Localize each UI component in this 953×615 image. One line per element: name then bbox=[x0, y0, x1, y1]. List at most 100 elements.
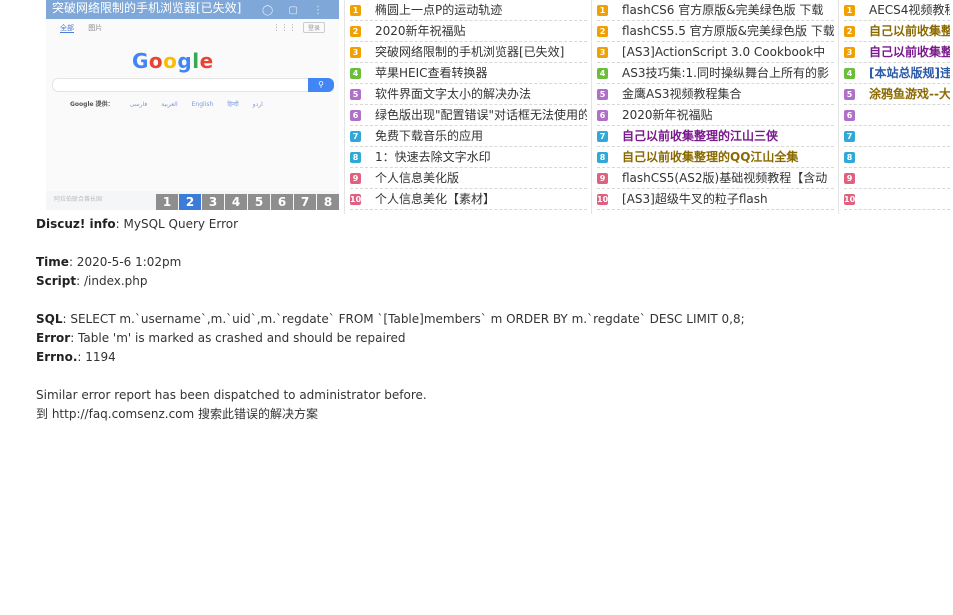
slideshow[interactable]: 突破网络限制的手机浏览器[已失效] ◯ ▢ ⋮ 全部 图片 ⋮⋮⋮ 登录 Goo… bbox=[46, 0, 339, 210]
list-item-title[interactable]: 2020新年祝福贴 bbox=[622, 108, 713, 122]
list-item-title[interactable]: 突破网络限制的手机浏览器[已失效] bbox=[375, 45, 564, 59]
rank-badge: 8 bbox=[350, 152, 361, 163]
dispatched-line: Similar error report has been dispatched… bbox=[36, 388, 427, 402]
pager-8[interactable]: 8 bbox=[317, 194, 339, 210]
list-item[interactable]: 1 椭圆上一点P的运动轨迹 bbox=[350, 0, 587, 21]
rank-badge: 7 bbox=[350, 131, 361, 142]
list-item[interactable]: 6 bbox=[844, 105, 950, 126]
list-item[interactable]: 2 自己以前收集整 bbox=[844, 21, 950, 42]
pager-7[interactable]: 7 bbox=[294, 194, 316, 210]
list-item[interactable]: 10 bbox=[844, 189, 950, 210]
list-item[interactable]: 5 金鹰AS3视频教程集合 bbox=[597, 84, 834, 105]
hot-posts-list: 1 flashCS6 官方原版&完美绿色版 下载 2 flashCS5.5 官方原版&… bbox=[591, 0, 838, 214]
list-item-title[interactable]: [AS3]超级牛叉的粒子flash bbox=[622, 192, 768, 206]
slide-caption-text[interactable]: 突破网络限制的手机浏览器[已失效] bbox=[52, 1, 241, 15]
list-item-title[interactable]: 金鹰AS3视频教程集合 bbox=[622, 87, 741, 101]
list-item[interactable]: 6 绿色版出现"配置错误"对话框无法使用的 bbox=[350, 105, 587, 126]
google-logo: Google bbox=[132, 49, 214, 73]
rank-badge: 3 bbox=[844, 47, 855, 58]
list-item-title[interactable]: flashCS5.5 官方原版&完美绿色版 下载 bbox=[622, 24, 834, 38]
rank-badge: 1 bbox=[597, 5, 608, 16]
list-item[interactable]: 6 2020新年祝福贴 bbox=[597, 105, 834, 126]
list-item[interactable]: 10 个人信息美化【素材】 bbox=[350, 189, 587, 210]
apps-grid-icon: ⋮⋮⋮ bbox=[272, 23, 297, 32]
rank-badge: 9 bbox=[597, 173, 608, 184]
list-item-title[interactable]: [AS3]ActionScript 3.0 Cookbook中 bbox=[622, 45, 825, 59]
list-item[interactable]: 8 bbox=[844, 147, 950, 168]
list-item[interactable]: 4 AS3技巧集:1.同时操纵舞台上所有的影 bbox=[597, 63, 834, 84]
slide-image[interactable]: 全部 图片 ⋮⋮⋮ 登录 Google ⚲ Google 提供： العربية… bbox=[46, 19, 339, 203]
recommended-posts-list: 1 AECS4视频教程 2 自己以前收集整 3 自己以前收集整 4 [本站总版规]违 5 涂鸦鱼游… bbox=[838, 0, 953, 214]
search-icon: ⚲ bbox=[308, 78, 334, 92]
list-item-title[interactable]: 自己以前收集整 bbox=[869, 24, 950, 38]
list-item-title[interactable]: 椭圆上一点P的运动轨迹 bbox=[375, 3, 502, 17]
list-item[interactable]: 9 bbox=[844, 168, 950, 189]
rank-badge: 6 bbox=[350, 110, 361, 121]
list-item[interactable]: 9 个人信息美化版 bbox=[350, 168, 587, 189]
slide-caption[interactable]: 突破网络限制的手机浏览器[已失效] ◯ ▢ ⋮ bbox=[46, 0, 339, 19]
list-item[interactable]: 2 2020新年祝福贴 bbox=[350, 21, 587, 42]
list-item[interactable]: 1 AECS4视频教程 bbox=[844, 0, 950, 21]
rank-badge: 5 bbox=[597, 89, 608, 100]
rank-badge: 2 bbox=[350, 26, 361, 37]
list-item-title[interactable]: 1：快速去除文字水印 bbox=[375, 150, 491, 164]
rank-badge: 1 bbox=[350, 5, 361, 16]
rank-badge: 7 bbox=[844, 131, 855, 142]
list-item[interactable]: 2 flashCS5.5 官方原版&完美绿色版 下载 bbox=[597, 21, 834, 42]
list-item-title[interactable]: 软件界面文字太小的解决办法 bbox=[375, 87, 531, 101]
list-item[interactable]: 3 [AS3]ActionScript 3.0 Cookbook中 bbox=[597, 42, 834, 63]
rank-badge: 9 bbox=[844, 173, 855, 184]
list-item[interactable]: 3 自己以前收集整 bbox=[844, 42, 950, 63]
list-item[interactable]: 3 突破网络限制的手机浏览器[已失效] bbox=[350, 42, 587, 63]
list-item[interactable]: 5 软件界面文字太小的解决办法 bbox=[350, 84, 587, 105]
list-item[interactable]: 4 [本站总版规]违 bbox=[844, 63, 950, 84]
pager-2[interactable]: 2 bbox=[179, 194, 201, 210]
rank-badge: 9 bbox=[350, 173, 361, 184]
rank-badge: 5 bbox=[844, 89, 855, 100]
shot-tab-images: 图片 bbox=[88, 24, 103, 32]
list-item-title[interactable]: AECS4视频教程 bbox=[869, 3, 950, 17]
list-item-title[interactable]: 个人信息美化版 bbox=[375, 171, 459, 185]
script-line: Script: /index.php bbox=[36, 274, 148, 288]
latest-posts-list: 1 椭圆上一点P的运动轨迹 2 2020新年祝福贴 3 突破网络限制的手机浏览器[已失效]… bbox=[344, 0, 591, 214]
pager-3[interactable]: 3 bbox=[202, 194, 224, 210]
list-item[interactable]: 7 bbox=[844, 126, 950, 147]
list-item-title[interactable]: flashCS6 官方原版&完美绿色版 下载 bbox=[622, 3, 823, 17]
slide-pager: 1 2 3 4 5 6 7 8 bbox=[155, 194, 339, 210]
pager-4[interactable]: 4 bbox=[225, 194, 247, 210]
list-item-title[interactable]: 涂鸦鱼游戏--大 bbox=[869, 87, 950, 101]
list-item[interactable]: 7 免费下载音乐的应用 bbox=[350, 126, 587, 147]
list-item[interactable]: 4 苹果HEIC查看转换器 bbox=[350, 63, 587, 84]
list-item[interactable]: 1 flashCS6 官方原版&完美绿色版 下载 bbox=[597, 0, 834, 21]
pager-1[interactable]: 1 bbox=[156, 194, 178, 210]
list-item-title[interactable]: flashCS5(AS2版)基础视频教程【含动 bbox=[622, 171, 827, 185]
list-item-title[interactable]: 个人信息美化【素材】 bbox=[375, 192, 495, 206]
list-item[interactable]: 5 涂鸦鱼游戏--大 bbox=[844, 84, 950, 105]
list-item-title[interactable]: 自己以前收集整 bbox=[869, 45, 950, 59]
list-item[interactable]: 7 自己以前收集整理的江山三侠 bbox=[597, 126, 834, 147]
list-item-title[interactable]: 免费下载音乐的应用 bbox=[375, 129, 483, 143]
faq-link[interactable]: http://faq.comsenz.com bbox=[52, 407, 194, 421]
list-item-title[interactable]: 苹果HEIC查看转换器 bbox=[375, 66, 488, 80]
rank-badge: 1 bbox=[844, 5, 855, 16]
rank-badge: 4 bbox=[350, 68, 361, 79]
list-item[interactable]: 8 自己以前收集整理的QQ江山全集 bbox=[597, 147, 834, 168]
rank-badge: 5 bbox=[350, 89, 361, 100]
list-item-title[interactable]: 2020新年祝福贴 bbox=[375, 24, 466, 38]
list-item-title[interactable]: 自己以前收集整理的QQ江山全集 bbox=[622, 150, 798, 164]
shot-search-box: ⚲ bbox=[52, 78, 334, 92]
caption-icons: ◯ ▢ ⋮ bbox=[262, 5, 329, 16]
shot-footer: 阿拉伯联合酋长国 bbox=[54, 196, 103, 203]
list-item-title[interactable]: AS3技巧集:1.同时操纵舞台上所有的影 bbox=[622, 66, 829, 80]
list-item-title[interactable]: 绿色版出现"配置错误"对话框无法使用的 bbox=[375, 108, 587, 122]
rank-badge: 3 bbox=[597, 47, 608, 58]
list-item[interactable]: 8 1：快速去除文字水印 bbox=[350, 147, 587, 168]
list-item[interactable]: 9 flashCS5(AS2版)基础视频教程【含动 bbox=[597, 168, 834, 189]
rank-badge: 2 bbox=[844, 26, 855, 37]
list-item[interactable]: 10 [AS3]超级牛叉的粒子flash bbox=[597, 189, 834, 210]
list-item-title[interactable]: [本站总版规]违 bbox=[869, 66, 950, 80]
pager-5[interactable]: 5 bbox=[248, 194, 270, 210]
rank-badge: 4 bbox=[844, 68, 855, 79]
list-item-title[interactable]: 自己以前收集整理的江山三侠 bbox=[622, 129, 778, 143]
pager-6[interactable]: 6 bbox=[271, 194, 293, 210]
